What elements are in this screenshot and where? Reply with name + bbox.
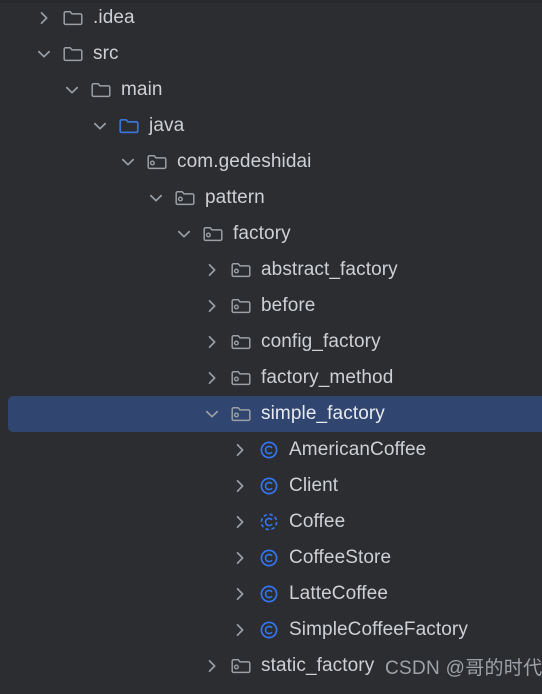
- tree-row[interactable]: main: [0, 72, 542, 108]
- tree-row[interactable]: simple_factory: [0, 396, 542, 432]
- tree-row-content: factory: [0, 223, 291, 245]
- tree-node-label: CoffeeStore: [289, 547, 392, 568]
- tree-row[interactable]: static_factory: [0, 648, 542, 684]
- chevron-right-icon[interactable]: [202, 296, 222, 316]
- chevron-right-icon[interactable]: [202, 260, 222, 280]
- tree-row-content: SimpleCoffeeFactory: [0, 619, 468, 641]
- chevron-down-icon[interactable]: [34, 44, 54, 64]
- chevron-down-icon[interactable]: [62, 80, 82, 100]
- tree-row[interactable]: Coffee: [0, 504, 542, 540]
- tree-row-content: main: [0, 79, 163, 101]
- chevron-down-icon[interactable]: [118, 152, 138, 172]
- tree-node-label: main: [121, 79, 163, 100]
- tree-row[interactable]: config_factory: [0, 324, 542, 360]
- chevron-down-icon[interactable]: [174, 224, 194, 244]
- chevron-down-icon[interactable]: [146, 188, 166, 208]
- package-folder-icon: [174, 187, 196, 209]
- tree-row[interactable]: SimpleCoffeeFactory: [0, 612, 542, 648]
- tree-node-label: factory: [233, 223, 291, 244]
- chevron-right-icon[interactable]: [230, 620, 250, 640]
- tree-row-content: .idea: [0, 7, 135, 29]
- tree-node-label: src: [93, 43, 119, 64]
- tree-node-label: SimpleCoffeeFactory: [289, 619, 468, 640]
- tree-row-content: Coffee: [0, 511, 345, 533]
- chevron-right-icon[interactable]: [230, 512, 250, 532]
- tree-row[interactable]: .idea: [0, 0, 542, 36]
- chevron-right-icon[interactable]: [202, 656, 222, 676]
- tree-row-content: AmericanCoffee: [0, 439, 426, 461]
- tree-row[interactable]: abstract_factory: [0, 252, 542, 288]
- java-abstract-class-icon: [258, 511, 280, 533]
- tree-node-label: Client: [289, 475, 339, 496]
- package-folder-icon: [230, 331, 252, 353]
- java-class-icon: [258, 475, 280, 497]
- package-folder-icon: [146, 151, 168, 173]
- tree-row-content: simple_factory: [0, 403, 385, 425]
- tree-node-label: AmericanCoffee: [289, 439, 427, 460]
- tree-row-content: com.gedeshidai: [0, 151, 311, 173]
- tree-row-list: .idea src main java com.gedeshidai pattern fac…: [0, 0, 542, 684]
- tree-row[interactable]: Client: [0, 468, 542, 504]
- tree-node-label: LatteCoffee: [289, 583, 388, 604]
- tree-node-label: .idea: [93, 7, 135, 28]
- tree-node-label: simple_factory: [261, 403, 385, 424]
- tree-node-label: com.gedeshidai: [177, 151, 312, 172]
- folder-icon: [62, 43, 84, 65]
- tree-row-content: before: [0, 295, 315, 317]
- chevron-right-icon[interactable]: [230, 440, 250, 460]
- chevron-right-icon[interactable]: [202, 368, 222, 388]
- tree-row[interactable]: factory: [0, 216, 542, 252]
- tree-row[interactable]: java: [0, 108, 542, 144]
- chevron-down-icon[interactable]: [90, 116, 110, 136]
- tree-row[interactable]: src: [0, 36, 542, 72]
- package-folder-icon: [230, 655, 252, 677]
- tree-node-label: java: [149, 115, 185, 136]
- tree-row[interactable]: LatteCoffee: [0, 576, 542, 612]
- tree-node-label: Coffee: [289, 511, 346, 532]
- tree-row-content: src: [0, 43, 119, 65]
- package-folder-icon: [230, 403, 252, 425]
- tree-node-label: before: [261, 295, 316, 316]
- tree-row-content: CoffeeStore: [0, 547, 391, 569]
- java-class-icon: [258, 619, 280, 641]
- package-folder-icon: [230, 367, 252, 389]
- tree-node-label: pattern: [205, 187, 265, 208]
- tree-row-content: factory_method: [0, 367, 393, 389]
- java-class-icon: [258, 439, 280, 461]
- tree-row-content: config_factory: [0, 331, 381, 353]
- tree-node-label: static_factory: [261, 655, 375, 676]
- chevron-right-icon[interactable]: [230, 548, 250, 568]
- project-file-tree: .idea src main java com.gedeshidai pattern fac…: [0, 0, 542, 694]
- chevron-right-icon[interactable]: [202, 332, 222, 352]
- tree-row[interactable]: com.gedeshidai: [0, 144, 542, 180]
- tree-node-label: config_factory: [261, 331, 381, 352]
- tree-node-label: abstract_factory: [261, 259, 398, 280]
- tree-row[interactable]: AmericanCoffee: [0, 432, 542, 468]
- tree-row[interactable]: before: [0, 288, 542, 324]
- package-folder-icon: [230, 295, 252, 317]
- package-folder-icon: [202, 223, 224, 245]
- chevron-down-icon[interactable]: [202, 404, 222, 424]
- package-folder-icon: [230, 259, 252, 281]
- chevron-right-icon[interactable]: [230, 476, 250, 496]
- tree-node-label: factory_method: [261, 367, 394, 388]
- java-class-icon: [258, 547, 280, 569]
- chevron-right-icon[interactable]: [34, 8, 54, 28]
- tree-row-content: static_factory: [0, 655, 374, 677]
- tree-row-content: java: [0, 115, 184, 137]
- tree-row[interactable]: CoffeeStore: [0, 540, 542, 576]
- source-root-folder-icon: [118, 115, 140, 137]
- tree-row-content: LatteCoffee: [0, 583, 388, 605]
- tree-row[interactable]: factory_method: [0, 360, 542, 396]
- folder-icon: [62, 7, 84, 29]
- tree-row[interactable]: pattern: [0, 180, 542, 216]
- chevron-right-icon[interactable]: [230, 584, 250, 604]
- tree-row-content: abstract_factory: [0, 259, 398, 281]
- tree-row-content: pattern: [0, 187, 265, 209]
- folder-icon: [90, 79, 112, 101]
- java-class-icon: [258, 583, 280, 605]
- tree-row-content: Client: [0, 475, 338, 497]
